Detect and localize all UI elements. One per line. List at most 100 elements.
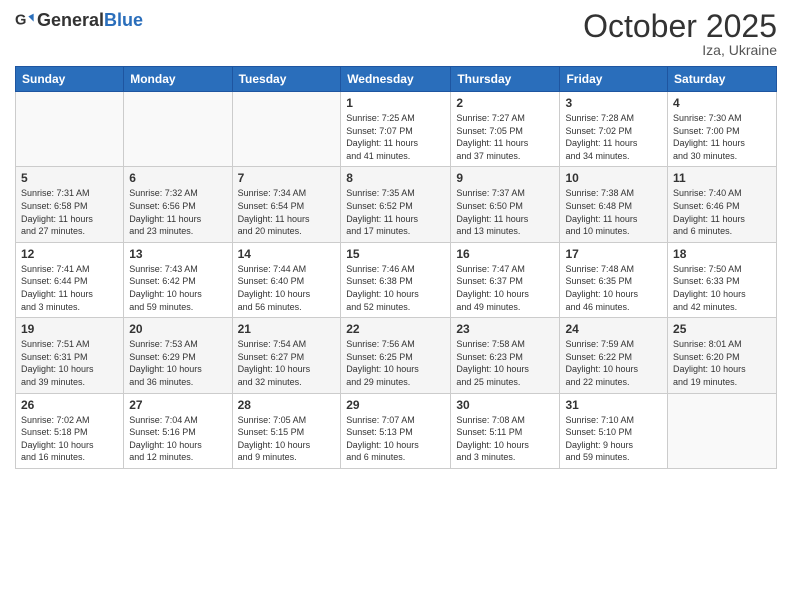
weekday-header-thursday: Thursday: [451, 67, 560, 92]
day-number: 29: [346, 398, 445, 412]
weekday-header-wednesday: Wednesday: [341, 67, 451, 92]
day-cell: 18 Sunrise: 7:50 AM Sunset: 6:33 PM Dayli…: [668, 242, 777, 317]
day-number: 15: [346, 247, 445, 261]
day-info: Sunrise: 7:28 AM Sunset: 7:02 PM Dayligh…: [565, 112, 662, 162]
day-cell: 31Sunrise: 7:10 AM Sunset: 5:10 PM Dayli…: [560, 393, 668, 468]
day-info: Sunrise: 7:44 AM Sunset: 6:40 PM Dayligh…: [238, 263, 336, 313]
day-cell: 9 Sunrise: 7:37 AM Sunset: 6:50 PM Daylig…: [451, 167, 560, 242]
day-info: Sunrise: 7:35 AM Sunset: 6:52 PM Dayligh…: [346, 187, 445, 237]
day-cell: 1Sunrise: 7:25 AM Sunset: 7:07 PM Daylig…: [341, 92, 451, 167]
day-info: Sunrise: 7:05 AM Sunset: 5:15 PM Dayligh…: [238, 414, 336, 464]
day-info: Sunrise: 7:37 AM Sunset: 6:50 PM Dayligh…: [456, 187, 554, 237]
day-cell: 3Sunrise: 7:28 AM Sunset: 7:02 PM Daylig…: [560, 92, 668, 167]
weekday-header-row: SundayMondayTuesdayWednesdayThursdayFrid…: [16, 67, 777, 92]
day-number: 19: [21, 322, 118, 336]
day-cell: 19Sunrise: 7:51 AM Sunset: 6:31 PM Dayli…: [16, 318, 124, 393]
day-info: Sunrise: 7:54 AM Sunset: 6:27 PM Dayligh…: [238, 338, 336, 388]
header: G GeneralBlue October 2025 Iza, Ukraine: [15, 10, 777, 58]
day-number: 13: [129, 247, 226, 261]
day-info: Sunrise: 7:25 AM Sunset: 7:07 PM Dayligh…: [346, 112, 445, 162]
day-info: Sunrise: 7:59 AM Sunset: 6:22 PM Dayligh…: [565, 338, 662, 388]
week-row-3: 12Sunrise: 7:41 AM Sunset: 6:44 PM Dayli…: [16, 242, 777, 317]
location: Iza, Ukraine: [583, 42, 777, 58]
day-cell: 13 Sunrise: 7:43 AM Sunset: 6:42 PM Dayli…: [124, 242, 232, 317]
title-block: October 2025 Iza, Ukraine: [583, 10, 777, 58]
day-cell: [668, 393, 777, 468]
day-cell: 23Sunrise: 7:58 AM Sunset: 6:23 PM Dayli…: [451, 318, 560, 393]
day-number: 20: [129, 322, 226, 336]
day-cell: 20 Sunrise: 7:53 AM Sunset: 6:29 PM Dayli…: [124, 318, 232, 393]
week-row-4: 19Sunrise: 7:51 AM Sunset: 6:31 PM Dayli…: [16, 318, 777, 393]
day-cell: 24 Sunrise: 7:59 AM Sunset: 6:22 PM Dayli…: [560, 318, 668, 393]
day-cell: 8 Sunrise: 7:35 AM Sunset: 6:52 PM Daylig…: [341, 167, 451, 242]
day-info: Sunrise: 7:07 AM Sunset: 5:13 PM Dayligh…: [346, 414, 445, 464]
day-info: Sunrise: 7:02 AM Sunset: 5:18 PM Dayligh…: [21, 414, 118, 464]
day-cell: [16, 92, 124, 167]
day-info: Sunrise: 7:43 AM Sunset: 6:42 PM Dayligh…: [129, 263, 226, 313]
day-number: 21: [238, 322, 336, 336]
day-cell: 26 Sunrise: 7:02 AM Sunset: 5:18 PM Dayli…: [16, 393, 124, 468]
day-cell: 5 Sunrise: 7:31 AM Sunset: 6:58 PM Daylig…: [16, 167, 124, 242]
day-cell: 25Sunrise: 8:01 AM Sunset: 6:20 PM Dayli…: [668, 318, 777, 393]
day-number: 5: [21, 171, 118, 185]
day-cell: 29 Sunrise: 7:07 AM Sunset: 5:13 PM Dayli…: [341, 393, 451, 468]
logo-blue: Blue: [104, 10, 143, 30]
day-number: 7: [238, 171, 336, 185]
day-info: Sunrise: 7:31 AM Sunset: 6:58 PM Dayligh…: [21, 187, 118, 237]
day-info: Sunrise: 7:48 AM Sunset: 6:35 PM Dayligh…: [565, 263, 662, 313]
day-number: 8: [346, 171, 445, 185]
week-row-2: 5 Sunrise: 7:31 AM Sunset: 6:58 PM Daylig…: [16, 167, 777, 242]
logo: G GeneralBlue: [15, 10, 143, 31]
day-cell: 2 Sunrise: 7:27 AM Sunset: 7:05 PM Daylig…: [451, 92, 560, 167]
day-number: 28: [238, 398, 336, 412]
day-cell: 15 Sunrise: 7:46 AM Sunset: 6:38 PM Dayli…: [341, 242, 451, 317]
day-info: Sunrise: 7:41 AM Sunset: 6:44 PM Dayligh…: [21, 263, 118, 313]
day-number: 9: [456, 171, 554, 185]
day-cell: 6 Sunrise: 7:32 AM Sunset: 6:56 PM Daylig…: [124, 167, 232, 242]
week-row-5: 26 Sunrise: 7:02 AM Sunset: 5:18 PM Dayli…: [16, 393, 777, 468]
week-row-1: 1Sunrise: 7:25 AM Sunset: 7:07 PM Daylig…: [16, 92, 777, 167]
day-number: 30: [456, 398, 554, 412]
day-cell: 11Sunrise: 7:40 AM Sunset: 6:46 PM Dayli…: [668, 167, 777, 242]
day-number: 27: [129, 398, 226, 412]
day-info: Sunrise: 7:04 AM Sunset: 5:16 PM Dayligh…: [129, 414, 226, 464]
day-info: Sunrise: 7:47 AM Sunset: 6:37 PM Dayligh…: [456, 263, 554, 313]
day-info: Sunrise: 7:46 AM Sunset: 6:38 PM Dayligh…: [346, 263, 445, 313]
day-cell: 30 Sunrise: 7:08 AM Sunset: 5:11 PM Dayli…: [451, 393, 560, 468]
day-cell: 12Sunrise: 7:41 AM Sunset: 6:44 PM Dayli…: [16, 242, 124, 317]
month-title: October 2025: [583, 10, 777, 42]
day-cell: [124, 92, 232, 167]
day-info: Sunrise: 7:27 AM Sunset: 7:05 PM Dayligh…: [456, 112, 554, 162]
day-info: Sunrise: 7:38 AM Sunset: 6:48 PM Dayligh…: [565, 187, 662, 237]
day-info: Sunrise: 7:32 AM Sunset: 6:56 PM Dayligh…: [129, 187, 226, 237]
day-cell: 4Sunrise: 7:30 AM Sunset: 7:00 PM Daylig…: [668, 92, 777, 167]
day-number: 2: [456, 96, 554, 110]
day-number: 22: [346, 322, 445, 336]
day-cell: 28 Sunrise: 7:05 AM Sunset: 5:15 PM Dayli…: [232, 393, 341, 468]
day-info: Sunrise: 7:56 AM Sunset: 6:25 PM Dayligh…: [346, 338, 445, 388]
day-number: 17: [565, 247, 662, 261]
day-number: 16: [456, 247, 554, 261]
day-number: 6: [129, 171, 226, 185]
day-number: 23: [456, 322, 554, 336]
day-number: 11: [673, 171, 771, 185]
logo-icon: G: [15, 11, 35, 31]
day-info: Sunrise: 7:08 AM Sunset: 5:11 PM Dayligh…: [456, 414, 554, 464]
day-number: 26: [21, 398, 118, 412]
day-cell: 16 Sunrise: 7:47 AM Sunset: 6:37 PM Dayli…: [451, 242, 560, 317]
day-cell: 27 Sunrise: 7:04 AM Sunset: 5:16 PM Dayli…: [124, 393, 232, 468]
day-cell: 10Sunrise: 7:38 AM Sunset: 6:48 PM Dayli…: [560, 167, 668, 242]
weekday-header-monday: Monday: [124, 67, 232, 92]
day-number: 24: [565, 322, 662, 336]
day-number: 18: [673, 247, 771, 261]
day-number: 14: [238, 247, 336, 261]
day-info: Sunrise: 7:50 AM Sunset: 6:33 PM Dayligh…: [673, 263, 771, 313]
day-info: Sunrise: 7:34 AM Sunset: 6:54 PM Dayligh…: [238, 187, 336, 237]
day-info: Sunrise: 7:53 AM Sunset: 6:29 PM Dayligh…: [129, 338, 226, 388]
day-number: 25: [673, 322, 771, 336]
day-cell: 14 Sunrise: 7:44 AM Sunset: 6:40 PM Dayli…: [232, 242, 341, 317]
weekday-header-saturday: Saturday: [668, 67, 777, 92]
day-number: 31: [565, 398, 662, 412]
svg-text:G: G: [15, 12, 26, 28]
day-info: Sunrise: 7:30 AM Sunset: 7:00 PM Dayligh…: [673, 112, 771, 162]
